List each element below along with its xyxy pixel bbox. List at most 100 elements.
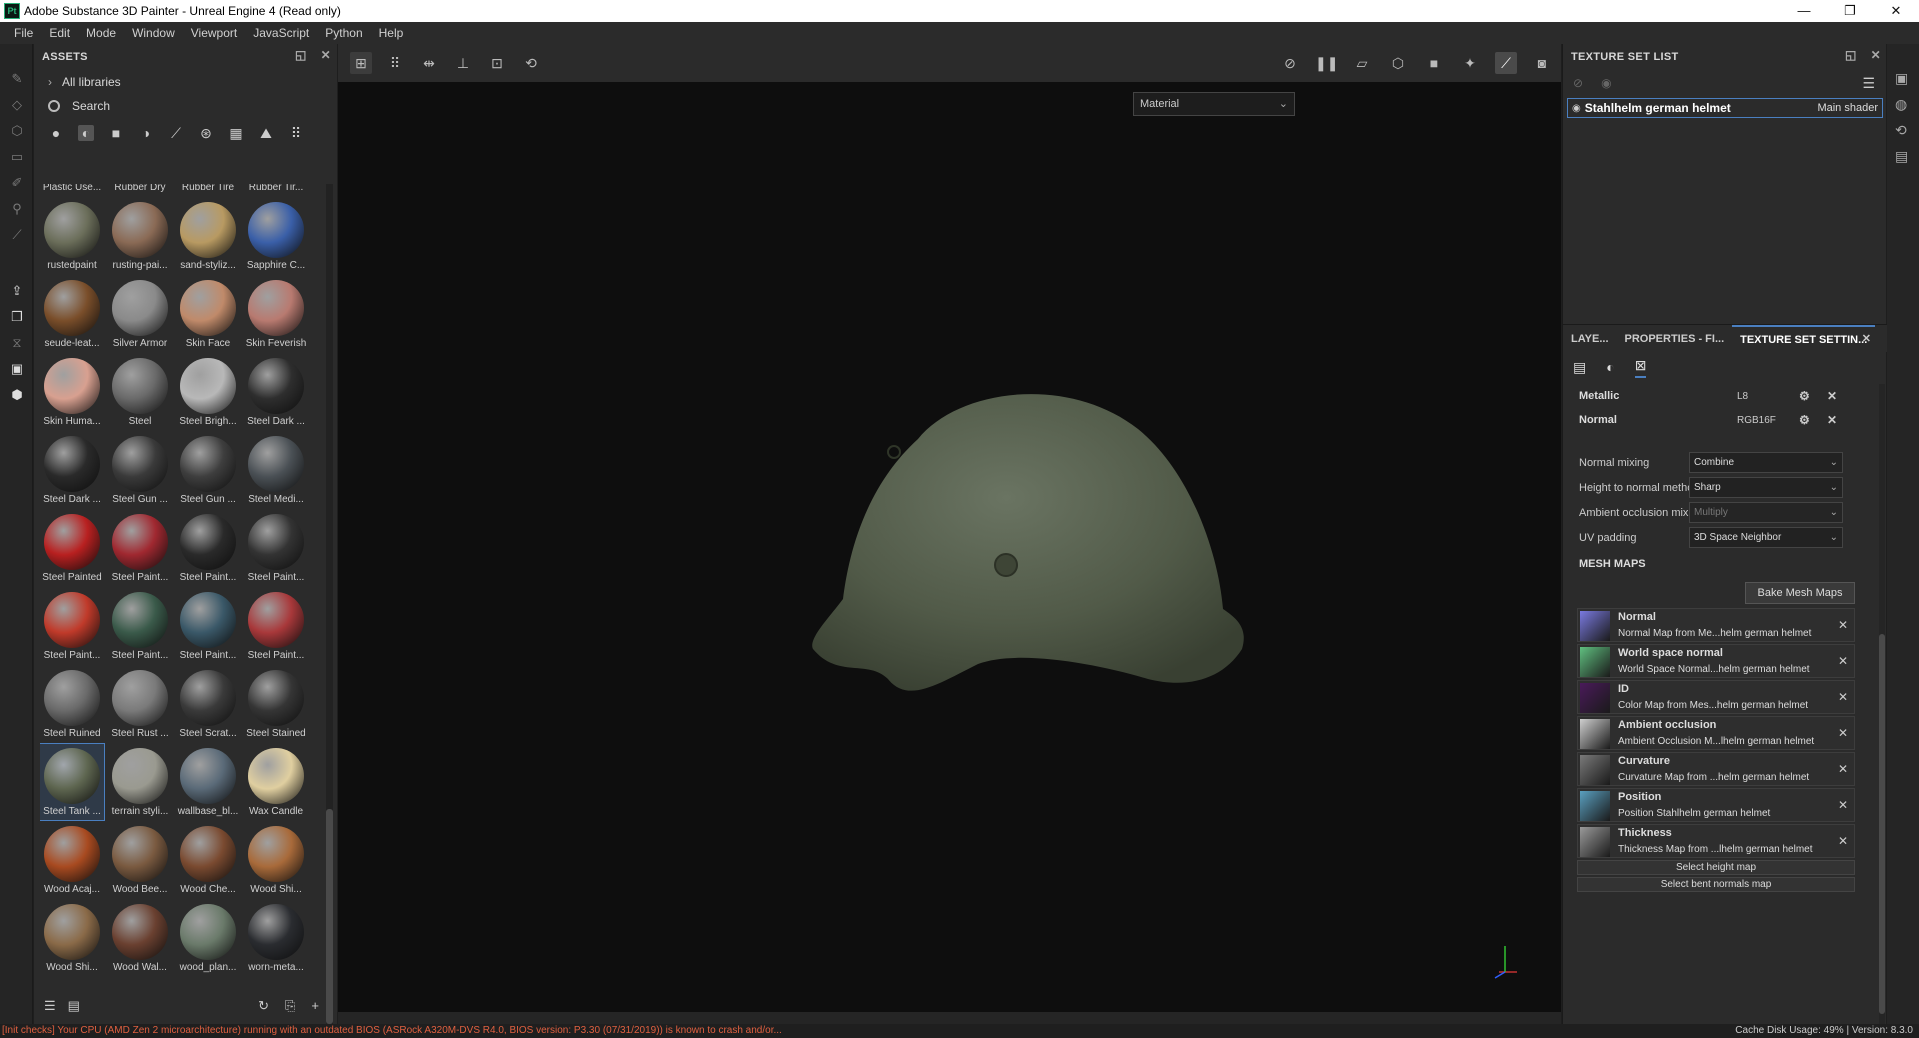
hide-icon[interactable]: ⊘ <box>1279 52 1301 74</box>
frame-icon[interactable]: ⊡ <box>486 52 508 74</box>
texture-set-icon[interactable]: ⬢ <box>8 386 26 404</box>
export-icon[interactable]: ⇪ <box>8 282 26 300</box>
material-sphere-icon[interactable]: ◐ <box>1606 359 1614 375</box>
search-field[interactable]: Search <box>34 94 337 118</box>
close-panel-icon[interactable]: ✕ <box>321 48 331 62</box>
eraser-icon[interactable]: ◇ <box>8 96 26 114</box>
view-3d-icon[interactable]: ⬡ <box>1387 52 1409 74</box>
texture-set-item[interactable]: ◉ Stahlhelm german helmet Main shader <box>1567 98 1883 118</box>
asset-tile[interactable]: Wood Shi... <box>244 822 308 898</box>
history-icon[interactable]: ⟲ <box>520 52 542 74</box>
minimize-button[interactable]: — <box>1781 0 1827 22</box>
setting-dropdown[interactable]: Combine ⌄ <box>1689 452 1843 473</box>
menu-window[interactable]: Window <box>124 26 183 40</box>
remove-map-icon[interactable]: ✕ <box>1838 654 1848 668</box>
settings-scrollbar[interactable] <box>1879 384 1885 1024</box>
asset-tile[interactable]: wood_plan... <box>176 900 240 976</box>
clone-icon[interactable]: ⚲ <box>8 200 26 218</box>
hide-icon[interactable]: ⊘ <box>1573 76 1583 90</box>
asset-tile[interactable]: Steel Dark ... <box>40 432 104 508</box>
gear-icon[interactable]: ⚙ <box>1799 413 1810 427</box>
asset-tile[interactable]: Steel Dark ... <box>244 354 308 430</box>
gear-icon[interactable]: ⚙ <box>1799 389 1810 403</box>
sort-icon[interactable]: ☰ <box>44 998 56 1014</box>
asset-tile[interactable]: Wax Candle <box>244 744 308 820</box>
assets-scrollbar[interactable] <box>326 184 333 1029</box>
menu-javascript[interactable]: JavaScript <box>245 26 317 40</box>
asset-tile[interactable]: sand-styliz... <box>176 198 240 274</box>
asset-tile[interactable]: terrain styli... <box>108 744 172 820</box>
mesh-map-item[interactable]: Normal Normal Map from Me...helm german h… <box>1577 608 1855 642</box>
close-tab-icon[interactable]: ✕ <box>1854 332 1879 345</box>
setting-dropdown[interactable]: Sharp ⌄ <box>1689 477 1843 498</box>
remove-channel-icon[interactable]: ✕ <box>1827 413 1837 427</box>
asset-tile[interactable]: rustedpaint <box>40 198 104 274</box>
import-icon[interactable]: ⎘ <box>285 998 295 1014</box>
maximize-button[interactable]: ❐ <box>1827 0 1873 22</box>
asset-tile[interactable]: Rubber Dry <box>108 184 172 196</box>
shelf-icon[interactable]: ❒ <box>8 308 26 326</box>
visibility-eye-icon[interactable]: ◉ <box>1572 103 1581 114</box>
asset-tile[interactable]: Steel Paint... <box>244 510 308 586</box>
history-icon[interactable]: ⟲ <box>1895 122 1907 139</box>
asset-tile[interactable]: Steel Paint... <box>176 510 240 586</box>
remove-map-icon[interactable]: ✕ <box>1838 798 1848 812</box>
display-settings-icon[interactable]: ▣ <box>8 360 26 378</box>
paint-brush-icon[interactable]: ✎ <box>8 70 26 88</box>
material-filter-icon[interactable]: ● <box>48 125 64 141</box>
iray-icon[interactable]: ✦ <box>1459 52 1481 74</box>
asset-tile[interactable]: seude-leat... <box>40 276 104 352</box>
smart-material-filter-icon[interactable]: ◐ <box>78 125 94 141</box>
menu-python[interactable]: Python <box>317 26 370 40</box>
asset-tile[interactable]: worn-meta... <box>244 900 308 976</box>
grid-snap-icon[interactable]: ⊞ <box>350 52 372 74</box>
setting-dropdown[interactable]: 3D Space Neighbor ⌄ <box>1689 527 1843 548</box>
mesh-map-item[interactable]: Thickness Thickness Map from ...lhelm ger… <box>1577 824 1855 858</box>
asset-tile[interactable]: Rubber Tir... <box>244 184 308 196</box>
asset-tile[interactable]: Steel Rust ... <box>108 666 172 742</box>
float-panel-icon[interactable]: ◱ <box>295 48 307 62</box>
remove-map-icon[interactable]: ✕ <box>1838 690 1848 704</box>
channel-format[interactable]: L8 <box>1737 391 1748 402</box>
log-icon[interactable]: ▤ <box>1895 148 1908 165</box>
float-panel-icon[interactable]: ◱ <box>1845 48 1857 62</box>
libraries-selector[interactable]: › All libraries <box>34 70 337 94</box>
tab-properties[interactable]: PROPERTIES - FI... <box>1617 333 1733 345</box>
environment-filter-icon[interactable]: ⛰ <box>258 125 274 141</box>
menu-edit[interactable]: Edit <box>41 26 78 40</box>
mesh-map-item[interactable]: ID Color Map from Mes...helm german helme… <box>1577 680 1855 714</box>
remove-channel-icon[interactable]: ✕ <box>1827 389 1837 403</box>
tab-layers[interactable]: LAYE... <box>1563 333 1617 345</box>
bake-mesh-maps-button[interactable]: Bake Mesh Maps <box>1745 582 1855 604</box>
refresh-icon[interactable]: ↻ <box>258 998 269 1014</box>
menu-mode[interactable]: Mode <box>78 26 124 40</box>
smudge-icon[interactable]: ✐ <box>8 174 26 192</box>
asset-tile[interactable]: Wood Acaj... <box>40 822 104 898</box>
projection-icon[interactable]: ⬡ <box>8 122 26 140</box>
select-bent-normals-button[interactable]: Select bent normals map <box>1577 877 1855 892</box>
asset-tile[interactable]: Wood Che... <box>176 822 240 898</box>
add-icon[interactable]: + <box>311 998 319 1014</box>
screenshot-icon[interactable]: ◙ <box>1531 52 1553 74</box>
picker-icon[interactable]: ⟋ <box>8 226 26 244</box>
remove-map-icon[interactable]: ✕ <box>1838 834 1848 848</box>
uv-layout-icon[interactable]: ⊠ <box>1634 357 1647 378</box>
shader-icon[interactable]: ◍ <box>1895 96 1907 113</box>
asset-tile[interactable]: Steel Painted <box>40 510 104 586</box>
asset-tile[interactable]: Steel Paint... <box>108 510 172 586</box>
remove-map-icon[interactable]: ✕ <box>1838 726 1848 740</box>
asset-tile[interactable]: Steel Stained <box>244 666 308 742</box>
close-button[interactable]: ✕ <box>1873 0 1919 22</box>
asset-tile[interactable]: Steel Paint... <box>40 588 104 664</box>
asset-tile[interactable]: Wood Bee... <box>108 822 172 898</box>
menu-file[interactable]: File <box>6 26 41 40</box>
close-panel-icon[interactable]: ✕ <box>1871 48 1881 62</box>
list-view-icon[interactable]: ▤ <box>68 998 80 1014</box>
align-icon[interactable]: ⊥ <box>452 52 474 74</box>
mesh-map-item[interactable]: Curvature Curvature Map from ...helm germ… <box>1577 752 1855 786</box>
asset-tile[interactable]: Steel Paint... <box>108 588 172 664</box>
select-height-map-button[interactable]: Select height map <box>1577 860 1855 875</box>
asset-tile[interactable]: Steel Paint... <box>244 588 308 664</box>
alpha-filter-icon[interactable]: ⊛ <box>198 125 214 141</box>
asset-tile[interactable]: Wood Wal... <box>108 900 172 976</box>
